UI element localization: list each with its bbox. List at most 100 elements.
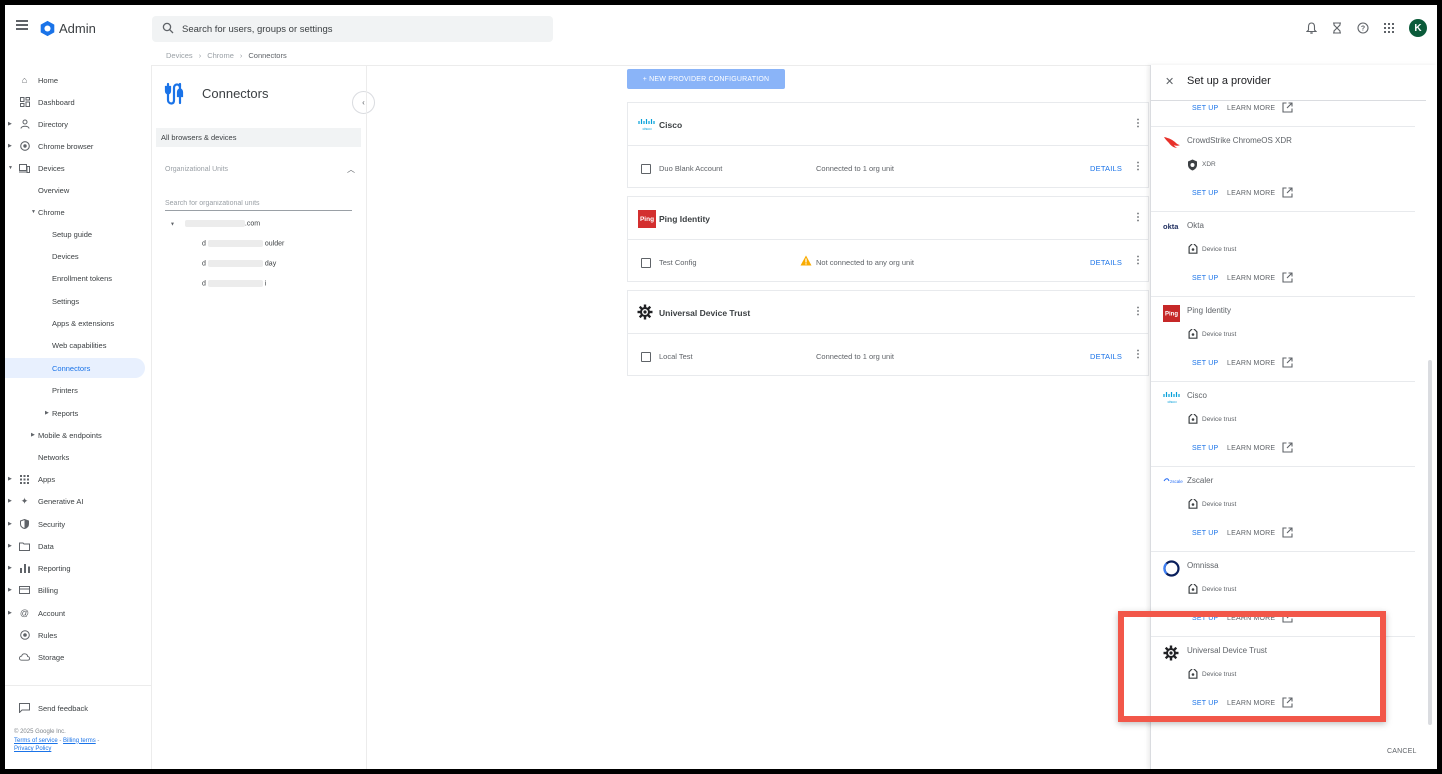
config-name[interactable]: Duo Blank Account bbox=[659, 164, 722, 173]
more-vert-icon[interactable]: ⋮ bbox=[1133, 212, 1143, 223]
collapse-panel-button[interactable]: ‹ bbox=[352, 91, 375, 114]
nav-security[interactable]: ▶ Security bbox=[5, 514, 145, 534]
nav-setup-guide[interactable]: Setup guide bbox=[5, 224, 145, 244]
expand-arrow-icon[interactable]: ▶ bbox=[45, 410, 49, 416]
nav-reports[interactable]: ▶ Reports bbox=[5, 403, 145, 423]
expand-arrow-icon[interactable]: ▶ bbox=[31, 432, 35, 438]
config-status: Connected to 1 org unit bbox=[816, 352, 894, 361]
learn-more-link[interactable]: LEARN MORE bbox=[1227, 445, 1275, 452]
ou-search[interactable] bbox=[165, 192, 352, 211]
nav-connectors[interactable]: Connectors bbox=[5, 358, 145, 378]
close-icon[interactable]: ✕ bbox=[1165, 75, 1174, 88]
learn-more-link[interactable]: LEARN MORE bbox=[1227, 190, 1275, 197]
ou-search-input[interactable] bbox=[165, 200, 352, 210]
more-vert-icon[interactable]: ⋮ bbox=[1133, 161, 1143, 172]
search-input[interactable] bbox=[182, 20, 542, 38]
ou-child-node[interactable]: di bbox=[202, 280, 266, 287]
more-vert-icon[interactable]: ⋮ bbox=[1133, 118, 1143, 129]
nav-settings[interactable]: Settings bbox=[5, 291, 145, 311]
nav-generative-ai[interactable]: ▶ ✦ Generative AI bbox=[5, 491, 145, 511]
row-checkbox[interactable] bbox=[641, 164, 651, 174]
notifications-bell-icon[interactable] bbox=[1303, 20, 1319, 36]
details-button[interactable]: DETAILS bbox=[1090, 258, 1122, 267]
nav-enrollment-tokens[interactable]: Enrollment tokens bbox=[5, 268, 145, 288]
expand-arrow-icon[interactable]: ▶ bbox=[8, 587, 12, 593]
nav-directory[interactable]: ▶ Directory bbox=[5, 114, 145, 134]
terms-link[interactable]: Terms of service bbox=[14, 738, 58, 744]
expand-arrow-icon[interactable]: ▶ bbox=[8, 476, 12, 482]
new-provider-configuration-button[interactable]: + NEW PROVIDER CONFIGURATION bbox=[627, 69, 785, 89]
nav-chrome-devices[interactable]: Devices bbox=[5, 246, 145, 266]
collapse-arrow-icon[interactable]: ▼ bbox=[31, 209, 36, 215]
setup-button[interactable]: SET UP bbox=[1192, 360, 1218, 367]
nav-apps[interactable]: ▶ Apps bbox=[5, 469, 145, 489]
ou-child-node[interactable]: d oulder bbox=[202, 240, 284, 247]
menu-icon[interactable] bbox=[16, 20, 28, 30]
nav-data[interactable]: ▶ Data bbox=[5, 536, 145, 556]
expand-arrow-icon[interactable]: ▶ bbox=[8, 610, 12, 616]
nav-account[interactable]: ▶ @ Account bbox=[5, 603, 145, 623]
billing-terms-link[interactable]: Billing terms bbox=[63, 738, 96, 744]
breadcrumb-chrome[interactable]: Chrome bbox=[207, 51, 234, 60]
setup-button[interactable]: SET UP bbox=[1192, 105, 1218, 112]
all-browsers-devices-item[interactable]: All browsers & devices bbox=[156, 128, 361, 147]
nav-send-feedback[interactable]: Send feedback bbox=[5, 698, 145, 718]
nav-chrome-browser[interactable]: ▶ Chrome browser bbox=[5, 136, 145, 156]
breadcrumb-devices[interactable]: Devices bbox=[166, 51, 193, 60]
nav-web-capabilities[interactable]: Web capabilities bbox=[5, 335, 145, 355]
apps-grid-icon[interactable] bbox=[1381, 20, 1397, 36]
setup-button[interactable]: SET UP bbox=[1192, 190, 1218, 197]
nav-printers[interactable]: Printers bbox=[5, 380, 145, 400]
setup-button[interactable]: SET UP bbox=[1192, 530, 1218, 537]
config-name[interactable]: Test Config bbox=[659, 258, 697, 267]
cisco-wordmark: cisco bbox=[1167, 399, 1177, 404]
learn-more-link[interactable]: LEARN MORE bbox=[1227, 275, 1275, 282]
setup-button[interactable]: SET UP bbox=[1192, 275, 1218, 282]
nav-dashboard[interactable]: Dashboard bbox=[5, 92, 145, 112]
learn-more-link[interactable]: LEARN MORE bbox=[1227, 360, 1275, 367]
privacy-policy-link[interactable]: Privacy Policy bbox=[14, 746, 51, 752]
setup-button[interactable]: SET UP bbox=[1192, 445, 1218, 452]
nav-apps-extensions[interactable]: Apps & extensions bbox=[5, 313, 145, 333]
nav-billing[interactable]: ▶ Billing bbox=[5, 580, 145, 600]
nav-rules[interactable]: Rules bbox=[5, 625, 145, 645]
ou-child-node[interactable]: d day bbox=[202, 260, 276, 267]
more-vert-icon[interactable]: ⋮ bbox=[1133, 349, 1143, 360]
chevron-up-icon[interactable]: ︿ bbox=[347, 164, 355, 175]
help-icon[interactable]: ? bbox=[1355, 20, 1371, 36]
nav-reporting[interactable]: ▶ Reporting bbox=[5, 558, 145, 578]
expand-arrow-icon[interactable]: ▶ bbox=[8, 565, 12, 571]
nav-chrome[interactable]: ▼ Chrome bbox=[5, 202, 145, 222]
expand-arrow-icon[interactable]: ▶ bbox=[8, 121, 12, 127]
expand-arrow-icon[interactable]: ▶ bbox=[8, 521, 12, 527]
learn-more-link[interactable]: LEARN MORE bbox=[1227, 105, 1275, 112]
expand-arrow-icon[interactable]: ▶ bbox=[8, 543, 12, 549]
scrollbar[interactable] bbox=[1428, 360, 1432, 725]
card-header: Universal Device Trust ⋮ bbox=[628, 291, 1148, 334]
expand-arrow-icon[interactable]: ▶ bbox=[8, 498, 12, 504]
details-button[interactable]: DETAILS bbox=[1090, 164, 1122, 173]
collapse-arrow-icon[interactable]: ▼ bbox=[8, 165, 13, 171]
app-title[interactable]: Admin bbox=[59, 21, 96, 36]
learn-more-link[interactable]: LEARN MORE bbox=[1227, 530, 1275, 537]
row-checkbox[interactable] bbox=[641, 352, 651, 362]
nav-label: Devices bbox=[38, 163, 65, 173]
details-button[interactable]: DETAILS bbox=[1090, 352, 1122, 361]
row-checkbox[interactable] bbox=[641, 258, 651, 268]
global-search[interactable] bbox=[152, 16, 553, 42]
config-name[interactable]: Local Test bbox=[659, 352, 693, 361]
expand-arrow-icon[interactable]: ▶ bbox=[8, 143, 12, 149]
hourglass-tasks-icon[interactable] bbox=[1329, 20, 1345, 36]
nav-storage[interactable]: Storage bbox=[5, 647, 145, 667]
nav-home[interactable]: ⌂ Home bbox=[5, 70, 145, 90]
more-vert-icon[interactable]: ⋮ bbox=[1133, 306, 1143, 317]
nav-devices[interactable]: ▼ Devices bbox=[5, 158, 145, 178]
cancel-button[interactable]: CANCEL bbox=[1387, 748, 1417, 755]
nav-mobile-endpoints[interactable]: ▶ Mobile & endpoints bbox=[5, 425, 145, 445]
nav-overview[interactable]: Overview bbox=[5, 180, 145, 200]
collapse-arrow-icon[interactable]: ▼ bbox=[170, 221, 175, 227]
account-avatar[interactable]: K bbox=[1409, 19, 1427, 37]
nav-networks[interactable]: Networks bbox=[5, 447, 145, 467]
more-vert-icon[interactable]: ⋮ bbox=[1133, 255, 1143, 266]
ou-root-node[interactable]: ▼ .com bbox=[170, 220, 260, 227]
